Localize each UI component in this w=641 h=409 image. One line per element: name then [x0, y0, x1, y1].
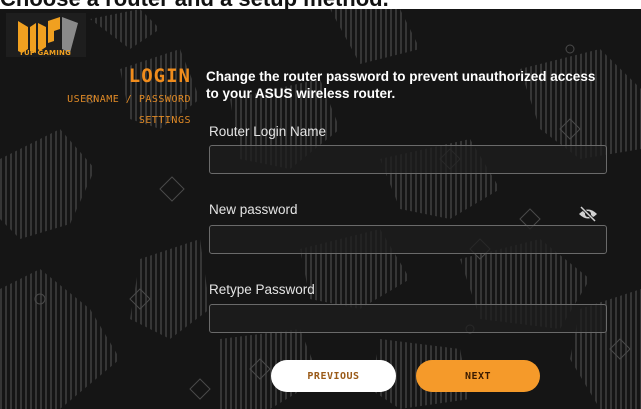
- form-heading: Change the router password to prevent un…: [206, 69, 596, 101]
- eye-slash-icon[interactable]: [578, 206, 598, 222]
- logo-text: TUF GAMING: [19, 49, 72, 57]
- tuf-gaming-logo-icon: [6, 13, 86, 57]
- login-name-input[interactable]: [209, 145, 607, 174]
- retype-password-input[interactable]: [209, 304, 607, 333]
- retype-password-label: Retype Password: [209, 282, 315, 297]
- next-button[interactable]: NEXT: [416, 360, 540, 392]
- step-username-password: USERNAME / PASSWORD: [67, 94, 191, 105]
- new-password-label: New password: [209, 202, 298, 217]
- new-password-input[interactable]: [209, 225, 607, 254]
- step-settings: SETTINGS: [138, 115, 191, 126]
- login-name-label: Router Login Name: [209, 124, 327, 139]
- previous-button[interactable]: PREVIOUS: [271, 360, 396, 392]
- setup-screen: TUF GAMING LOGIN USERNAME / PASSWORD SET…: [0, 9, 641, 409]
- step-login: LOGIN: [128, 65, 191, 87]
